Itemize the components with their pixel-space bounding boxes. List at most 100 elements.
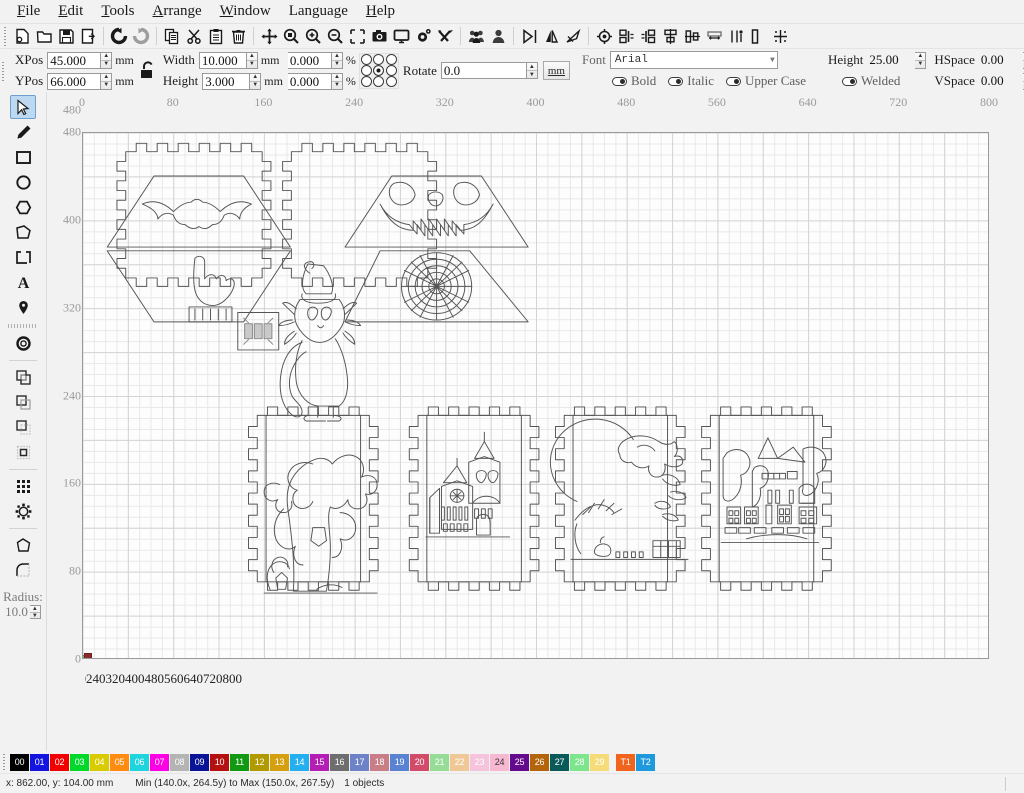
zoom-out-icon[interactable] [324,26,346,47]
radius-value[interactable]: 10.0 [5,604,28,619]
layout-icon[interactable] [769,26,791,47]
cut-icon[interactable] [183,26,205,47]
paste-icon[interactable] [205,26,227,47]
layer-color-swatch-22[interactable]: 22 [450,753,469,771]
mirror-vertical-icon[interactable] [540,26,562,47]
height-stepper[interactable]: ▲ ▼ [250,72,262,90]
rectangle-tool[interactable] [10,145,36,169]
export-icon[interactable] [77,26,99,47]
menu-item-window[interactable]: Window [211,2,280,21]
anchor-middle-left[interactable] [360,64,372,76]
align-center-h-icon[interactable] [659,26,681,47]
tool-layer-swatch-T1[interactable]: T1 [616,753,635,771]
layer-color-swatch-18[interactable]: 18 [370,753,389,771]
xpos-input[interactable]: 45.000 [47,51,102,69]
menu-item-language[interactable]: Language [280,2,357,21]
redo-icon[interactable] [130,26,152,47]
layer-color-swatch-00[interactable]: 00 [10,753,29,771]
radius-stepper[interactable]: ▲ ▼ [29,604,41,619]
array-grid-tool[interactable] [10,474,36,498]
xpos-stepper[interactable]: ▲ ▼ [101,51,113,69]
layer-color-swatch-21[interactable]: 21 [430,753,449,771]
union-tool[interactable] [10,365,36,389]
zoom-selection-icon[interactable] [280,26,302,47]
intersect-tool[interactable] [10,415,36,439]
offset-tool[interactable] [10,331,36,355]
text-height-value[interactable]: 25.00 [867,52,915,69]
text-tool[interactable]: A [10,270,36,294]
copy-icon[interactable] [161,26,183,47]
layer-color-swatch-07[interactable]: 07 [150,753,169,771]
anchor-bottom-left[interactable] [360,76,372,88]
bezier-tool[interactable] [10,220,36,244]
settings-gear-icon[interactable] [412,26,434,47]
polygon-tool[interactable] [10,195,36,219]
width-stepper[interactable]: ▲ ▼ [246,51,258,69]
height-percent-stepper[interactable]: ▲ ▼ [331,72,343,90]
move-icon[interactable] [258,26,280,47]
layer-color-swatch-24[interactable]: 24 [490,753,509,771]
rotate-icon[interactable] [562,26,584,47]
upper-case-toggle[interactable]: Upper Case [726,73,806,89]
align-right-icon[interactable] [637,26,659,47]
width-input[interactable]: 10.000 [198,51,247,69]
set-origin-icon[interactable] [593,26,615,47]
preview-monitor-icon[interactable] [390,26,412,47]
layer-color-swatch-08[interactable]: 08 [170,753,189,771]
layer-color-swatch-20[interactable]: 20 [410,753,429,771]
italic-toggle-switch[interactable] [668,76,684,86]
size-equal-icon[interactable] [747,26,769,47]
italic-toggle[interactable]: Italic [668,73,714,89]
bold-toggle[interactable]: Bold [611,73,656,89]
layer-color-swatch-23[interactable]: 23 [470,753,489,771]
group-icon[interactable] [465,26,487,47]
layer-color-swatch-10[interactable]: 10 [210,753,229,771]
upper-case-toggle-switch[interactable] [726,76,741,86]
open-folder-icon[interactable] [33,26,55,47]
layer-color-swatch-16[interactable]: 16 [330,753,349,771]
frame-tool[interactable] [10,245,36,269]
hspace-value[interactable]: 0.00 [979,52,1023,69]
undo-icon[interactable] [108,26,130,47]
layer-color-swatch-29[interactable]: 29 [590,753,609,771]
layer-color-swatch-19[interactable]: 19 [390,753,409,771]
layer-color-swatch-26[interactable]: 26 [530,753,549,771]
circular-array-tool[interactable] [10,499,36,523]
anchor-point-grid[interactable] [358,52,399,89]
layer-color-swatch-25[interactable]: 25 [510,753,529,771]
work-area[interactable] [82,132,989,659]
layer-color-swatch-12[interactable]: 12 [250,753,269,771]
welded-toggle-switch[interactable] [842,76,858,86]
welded-toggle[interactable]: Welded [842,73,900,89]
rotate-stepper[interactable]: ▲ ▼ [526,62,538,79]
vspace-value[interactable]: 0.00 [979,73,1023,90]
rotate-input[interactable]: 0.0 [440,62,527,79]
ungroup-icon[interactable] [487,26,509,47]
width-percent-stepper[interactable]: ▲ ▼ [331,51,343,69]
ypos-input[interactable]: 66.000 [47,72,102,90]
zoom-window-icon[interactable] [346,26,368,47]
pen-draw-tool[interactable] [10,120,36,144]
layer-color-swatch-04[interactable]: 04 [90,753,109,771]
ypos-stepper[interactable]: ▲ ▼ [101,72,113,90]
anchor-top-left[interactable] [360,53,372,65]
menu-item-tools[interactable]: Tools [92,2,143,21]
zoom-in-icon[interactable] [302,26,324,47]
layer-color-swatch-14[interactable]: 14 [290,753,309,771]
exclude-tool[interactable] [10,440,36,464]
layer-color-swatch-11[interactable]: 11 [230,753,249,771]
mirror-horizontal-icon[interactable] [518,26,540,47]
menu-item-file[interactable]: File [8,2,49,21]
layer-color-swatch-27[interactable]: 27 [550,753,569,771]
fillet-tool[interactable] [10,558,36,582]
polyline-edit-tool[interactable] [10,533,36,557]
toolbar-drag-grip[interactable] [3,26,8,46]
palette-drag-grip[interactable] [2,753,7,771]
anchor-center[interactable] [373,64,385,76]
tools-wrench-icon[interactable] [434,26,456,47]
save-icon[interactable] [55,26,77,47]
vector-artwork[interactable] [83,133,989,659]
point-marker-tool[interactable] [10,295,36,319]
tool-layer-swatch-T2[interactable]: T2 [636,753,655,771]
layer-color-swatch-13[interactable]: 13 [270,753,289,771]
